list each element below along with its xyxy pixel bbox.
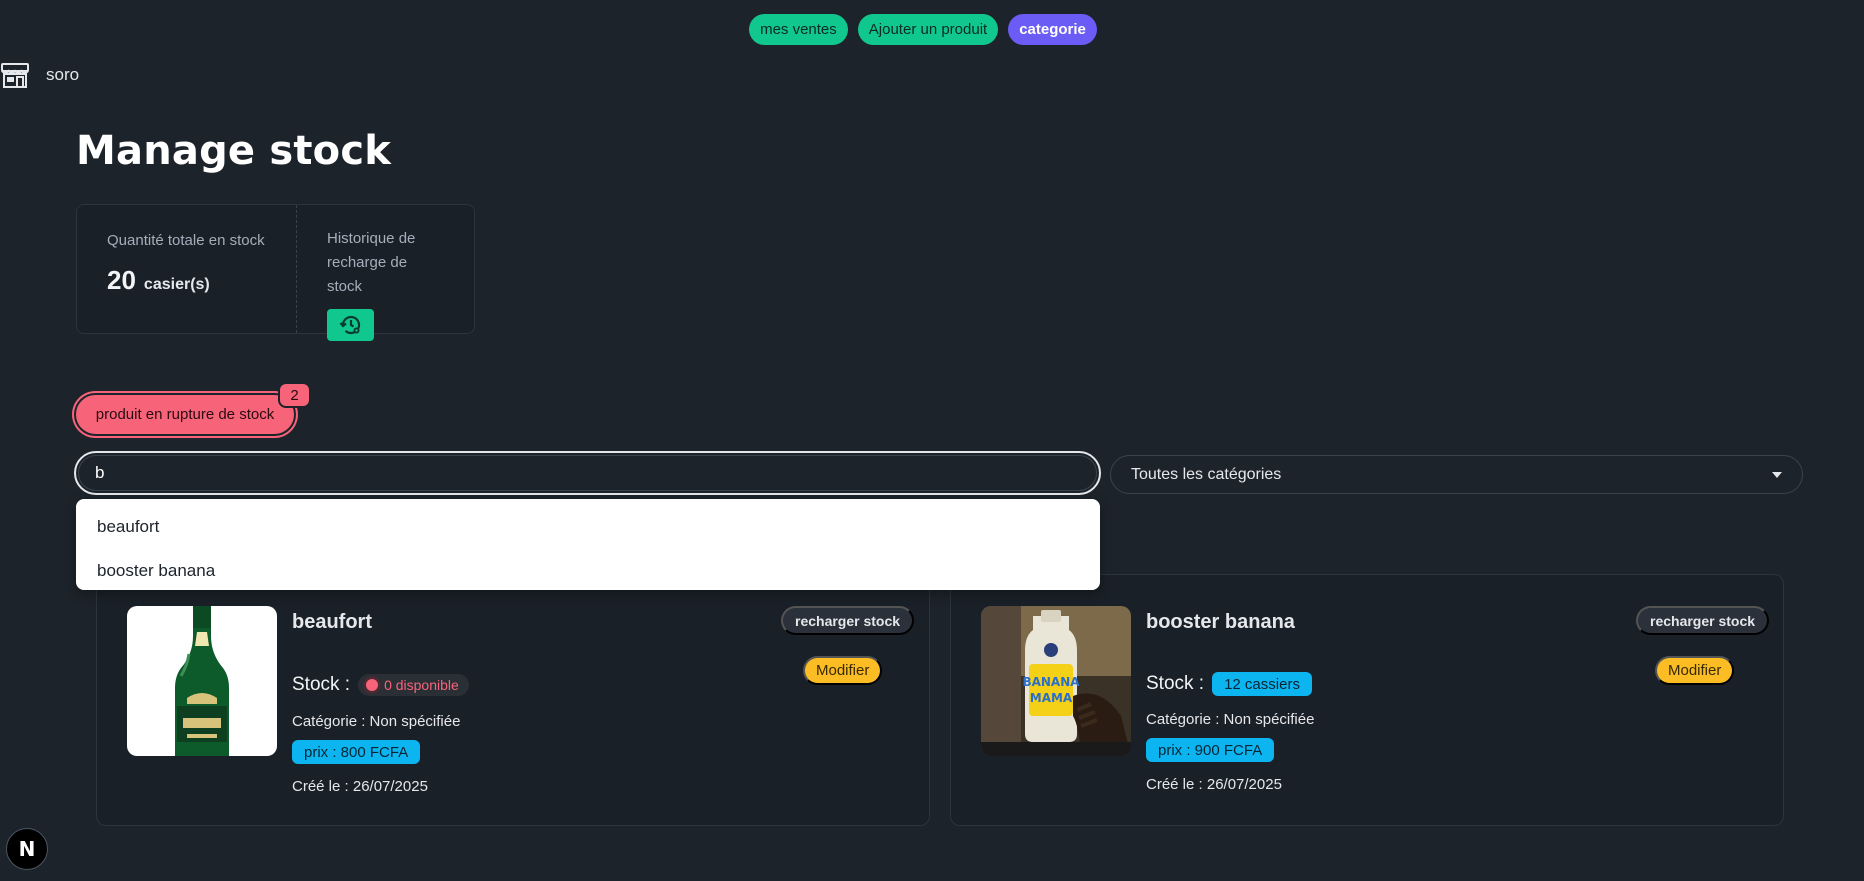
status-dot-icon: [366, 679, 379, 691]
product-name: booster banana: [1146, 611, 1295, 633]
store-icon: [1, 63, 29, 88]
page-title: Manage stock: [76, 128, 392, 174]
product-created-date: Créé le : 26/07/2025: [1146, 776, 1282, 793]
product-card: BANANA MAMA booster banana Stock : 12 ca…: [950, 574, 1784, 826]
stat-total-label: Quantité totale en stock: [107, 232, 265, 249]
stat-total-value: 20: [107, 265, 136, 295]
product-category: Catégorie : Non spécifiée: [1146, 711, 1315, 728]
suggestion-item[interactable]: booster banana: [76, 549, 1100, 593]
dev-badge-label: N: [18, 837, 36, 861]
product-price: prix : 900 FCFA: [1146, 738, 1275, 762]
svg-text:MAMA: MAMA: [1030, 691, 1073, 705]
product-created-date: Créé le : 26/07/2025: [292, 778, 428, 795]
product-image: BANANA MAMA: [981, 606, 1131, 756]
product-image: [127, 606, 277, 756]
product-stock: Stock : 0 disponible: [292, 674, 469, 696]
search-input[interactable]: [78, 455, 1097, 491]
stock-badge-text: 0 disponible: [384, 677, 459, 693]
history-settings-icon: [339, 315, 360, 335]
search-suggestions: beaufort booster banana: [76, 499, 1100, 590]
product-category: Catégorie : Non spécifiée: [292, 713, 461, 730]
stock-label: Stock :: [1146, 673, 1205, 694]
stock-label: Stock :: [292, 674, 351, 695]
nav-ajouter-produit-button[interactable]: Ajouter un produit: [857, 14, 999, 45]
modify-button[interactable]: Modifier: [1655, 656, 1735, 685]
out-of-stock-button[interactable]: produit en rupture de stock: [74, 393, 296, 436]
stat-total-unit: casier(s): [143, 276, 210, 293]
nav-categorie-button[interactable]: categorie: [1008, 14, 1097, 45]
dev-tools-button[interactable]: N: [6, 828, 48, 870]
category-select-value: Toutes les catégories: [1131, 465, 1282, 483]
stat-history-label: Historique de recharge de stock: [327, 230, 416, 295]
brand[interactable]: soro: [0, 60, 79, 90]
product-name: beaufort: [292, 611, 372, 633]
out-of-stock-count-badge: 2: [278, 382, 311, 408]
recharge-stock-button[interactable]: recharger stock: [1636, 606, 1770, 635]
stock-badge: 12 cassiers: [1212, 672, 1312, 696]
recharge-stock-button[interactable]: recharger stock: [781, 606, 915, 635]
search-field-wrapper: [74, 451, 1101, 495]
suggestion-item[interactable]: beaufort: [76, 505, 1100, 549]
brand-name: soro: [46, 65, 80, 84]
stock-badge: 0 disponible: [358, 674, 469, 696]
top-nav: mes ventes Ajouter un produit categorie: [0, 14, 1864, 45]
stats-panel: Quantité totale en stock 20 casier(s) Hi…: [76, 204, 475, 341]
svg-text:BANANA: BANANA: [1022, 675, 1080, 689]
chevron-down-icon: [1772, 471, 1782, 478]
category-select[interactable]: Toutes les catégories: [1110, 455, 1803, 494]
product-stock: Stock : 12 cassiers: [1146, 672, 1312, 696]
modify-button[interactable]: Modifier: [803, 656, 883, 685]
history-button[interactable]: [327, 309, 374, 341]
stat-history: Historique de recharge de stock: [297, 205, 474, 341]
nav-mes-ventes-button[interactable]: mes ventes: [749, 14, 848, 45]
stat-total-stock: Quantité totale en stock 20 casier(s): [77, 205, 297, 333]
product-price: prix : 800 FCFA: [292, 740, 421, 764]
product-card: beaufort Stock : 0 disponible Catégorie …: [96, 574, 930, 826]
